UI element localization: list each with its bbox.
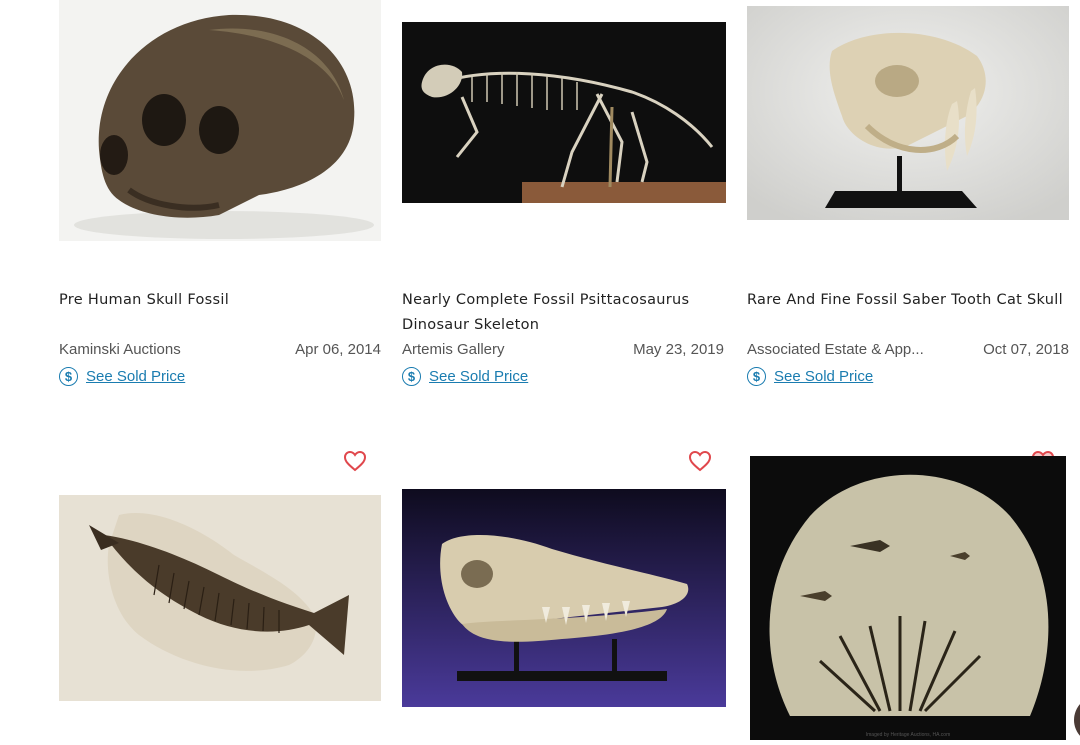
dollar-circle-icon: $	[747, 366, 766, 386]
image-credit-caption: Imaged by Heritage Auctions, HA.com	[865, 732, 951, 738]
listing-meta: Associated Estate & App... Oct 07, 2018	[747, 341, 1069, 361]
see-sold-price-label[interactable]: See Sold Price	[429, 368, 528, 385]
listing-meta: Kaminski Auctions Apr 06, 2014	[59, 341, 381, 361]
listing-title[interactable]: Rare And Fine Fossil Saber Tooth Cat Sku…	[747, 288, 1069, 313]
listing-meta: Artemis Gallery May 23, 2019	[402, 341, 724, 361]
chat-button[interactable]	[1074, 696, 1080, 744]
listing-title[interactable]: Pre Human Skull Fossil	[59, 288, 359, 313]
sale-date: Oct 07, 2018	[983, 341, 1069, 358]
see-sold-price-link[interactable]: $ See Sold Price	[59, 365, 185, 387]
heart-outline-icon[interactable]	[688, 450, 712, 472]
seller-name[interactable]: Artemis Gallery	[402, 341, 505, 358]
listing-image-saber-tooth-skull[interactable]	[747, 6, 1069, 220]
listing-title[interactable]: Nearly Complete Fossil Psittacosaurus Di…	[402, 288, 702, 338]
listing-image-marine-reptile-skull[interactable]	[402, 489, 726, 707]
dollar-circle-icon: $	[402, 366, 421, 386]
see-sold-price-label[interactable]: See Sold Price	[774, 368, 873, 385]
see-sold-price-link[interactable]: $ See Sold Price	[747, 365, 873, 387]
seller-name[interactable]: Associated Estate & App...	[747, 341, 924, 358]
seller-name[interactable]: Kaminski Auctions	[59, 341, 181, 358]
sale-date: May 23, 2019	[633, 341, 724, 358]
see-sold-price-label[interactable]: See Sold Price	[86, 368, 185, 385]
listing-image-fish-palm-fossil-plate[interactable]	[750, 456, 1066, 740]
sale-date: Apr 06, 2014	[295, 341, 381, 358]
dollar-circle-icon: $	[59, 366, 78, 386]
see-sold-price-link[interactable]: $ See Sold Price	[402, 365, 528, 387]
heart-outline-icon[interactable]	[343, 450, 367, 472]
listing-image-fish-fossil[interactable]	[59, 495, 381, 701]
listing-image-skull-fossil[interactable]	[59, 0, 381, 241]
listing-image-dinosaur-skeleton[interactable]	[402, 22, 726, 203]
